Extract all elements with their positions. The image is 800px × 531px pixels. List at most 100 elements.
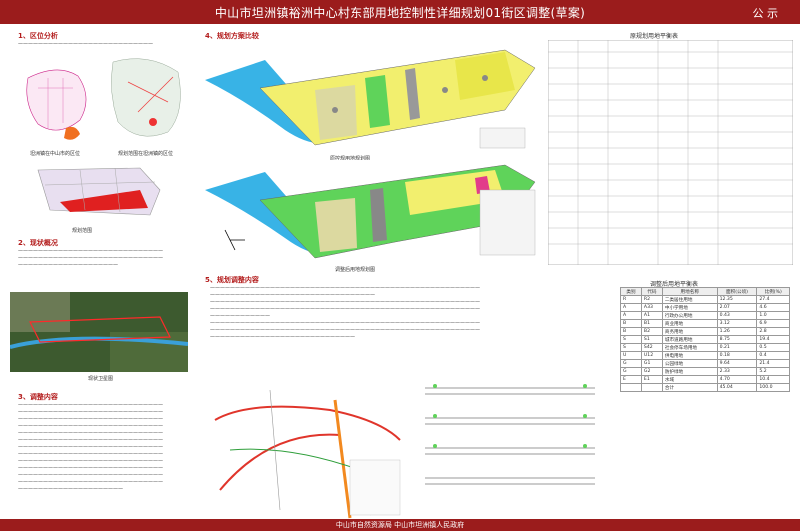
table-row: G G1 公园绿地 9.64 21.4 [620, 359, 790, 368]
table-cell [640, 383, 663, 392]
footer-text: 中山市自然资源局 中山市坦洲镇人民政府 [335, 521, 465, 529]
original-balance-table [548, 40, 793, 265]
table-cell: 10.4 [756, 375, 790, 384]
table-cell: 防护绿地 [661, 367, 718, 376]
table1-title: 原规划用地平衡表 [630, 33, 679, 40]
table-cell: E [620, 375, 642, 384]
table-cell: 1.26 [716, 327, 758, 336]
table-cell: 行政办公用地 [661, 311, 718, 320]
table-cell: 0.5 [756, 343, 790, 352]
table-cell [620, 383, 642, 392]
satellite-image [10, 292, 188, 372]
location-text: ——————————————————————————— [18, 41, 153, 47]
table-cell: 1.0 [756, 311, 790, 320]
adjusted-balance-table: 类别 代码 用地名称 面积(公顷) 比例(%) R R2 二类居住用地 12.35 27.4 A A… [620, 287, 790, 392]
table-cell: S [620, 343, 642, 352]
table-cell: 商务用地 [661, 327, 718, 336]
table-cell: 19.4 [756, 335, 790, 344]
table-cell: 21.4 [756, 359, 790, 368]
table-cell: 2.33 [716, 367, 758, 376]
table-row: S S1 城市道路用地 8.75 19.4 [620, 335, 790, 344]
caption-town-map: 规划范围在坦洲镇的区位 [118, 151, 174, 157]
table-cell: R2 [640, 295, 663, 304]
table-cell: 4.70 [716, 375, 758, 384]
table-row: A A33 中小学用地 2.07 4.6 [620, 303, 790, 312]
original-landuse-map [205, 40, 545, 152]
table-cell: E1 [640, 375, 663, 384]
table-cell: 供电用地 [661, 351, 718, 360]
table-cell: G [620, 359, 642, 368]
table-cell: 5.2 [756, 367, 790, 376]
table-cell: 2.07 [716, 303, 758, 312]
table-cell: 商业用地 [661, 319, 718, 328]
table-cell: S1 [640, 335, 663, 344]
footer-bar: 中山市自然资源局 中山市坦洲镇人民政府 [0, 519, 800, 531]
table-row: G G2 防护绿地 2.33 5.2 [620, 367, 790, 376]
table-cell: R [620, 295, 642, 304]
table-cell: 45.04 [716, 383, 758, 392]
section-content-heading: 5、规划调整内容 [205, 276, 259, 284]
table-cell: 4.6 [756, 303, 790, 312]
table-cell: A1 [640, 311, 663, 320]
table-cell: B2 [640, 327, 663, 336]
table-cell: 城市道路用地 [661, 335, 718, 344]
table-row: A A1 行政办公用地 0.43 1.0 [620, 311, 790, 320]
site-boundary-map [30, 160, 170, 225]
table-header-cell: 类别 [620, 287, 642, 296]
table-cell: S42 [640, 343, 663, 352]
table-cell: 二类居住用地 [661, 295, 718, 304]
table-cell: 9.64 [716, 359, 758, 368]
caption-adjusted-map: 调整后用地规划图 [335, 267, 376, 273]
table-row: B B2 商务用地 1.26 2.8 [620, 327, 790, 336]
table-cell: B [620, 319, 642, 328]
caption-city-map: 坦洲镇在中山市的区位 [30, 151, 81, 157]
table-cell: A [620, 311, 642, 320]
city-location-map [18, 58, 98, 148]
table-cell: 3.12 [716, 319, 758, 328]
table-cell: 0.4 [756, 351, 790, 360]
table-cell: 0.18 [716, 351, 758, 360]
table-cell: 社会停车场用地 [661, 343, 718, 352]
table-cell: G [620, 367, 642, 376]
table-cell: G2 [640, 367, 663, 376]
table-row: 合计 45.04 100.0 [620, 383, 790, 392]
table-cell: 中小学用地 [661, 303, 718, 312]
content-text: ————————————————————————————————————————… [210, 285, 480, 340]
table-row: B B1 商业用地 3.12 6.9 [620, 319, 790, 328]
section-current-heading: 2、现状概况 [18, 239, 58, 247]
table-cell: 合计 [661, 383, 718, 392]
adjust-text: ————————————————————————————— ———————————… [18, 402, 163, 492]
table-cell: A33 [640, 303, 663, 312]
table-cell: 水域 [661, 375, 718, 384]
table-cell: A [620, 303, 642, 312]
table-cell: B [620, 327, 642, 336]
table-cell: 6.9 [756, 319, 790, 328]
table-header-cell: 用地名称 [661, 287, 718, 296]
section-adjust-heading: 3、调整内容 [18, 393, 58, 401]
table-cell: 27.4 [756, 295, 790, 304]
table-cell: U12 [640, 351, 663, 360]
table-cell: G1 [640, 359, 663, 368]
header-bar: 中山市坦洲镇裕洲中心村东部用地控制性详细规划01街区调整(草案) 公 示 [0, 0, 800, 24]
table-cell: 0.43 [716, 311, 758, 320]
town-location-map [108, 52, 188, 148]
section-location-heading: 1、区位分析 [18, 32, 58, 40]
table-cell: B1 [640, 319, 663, 328]
caption-site-map: 规划范围 [72, 228, 93, 234]
table-row: R R2 二类居住用地 12.35 27.4 [620, 295, 790, 304]
table-cell: 100.0 [756, 383, 790, 392]
table-cell: U [620, 351, 642, 360]
table-row: U U12 供电用地 0.18 0.4 [620, 351, 790, 360]
notice-badge: 公 示 [752, 7, 779, 20]
caption-satellite: 现状卫星图 [88, 376, 114, 382]
adjusted-landuse-map [205, 160, 545, 265]
table-row: E E1 水域 4.70 10.4 [620, 375, 790, 384]
table-cell: S [620, 335, 642, 344]
table-cell: 12.35 [716, 295, 758, 304]
table-cell: 2.8 [756, 327, 790, 336]
table-header-cell: 代码 [640, 287, 663, 296]
table-cell: 8.75 [716, 335, 758, 344]
table-row: S S42 社会停车场用地 0.21 0.5 [620, 343, 790, 352]
current-text: ————————————————————————————— ———————————… [18, 248, 163, 268]
table-cell: 0.21 [716, 343, 758, 352]
